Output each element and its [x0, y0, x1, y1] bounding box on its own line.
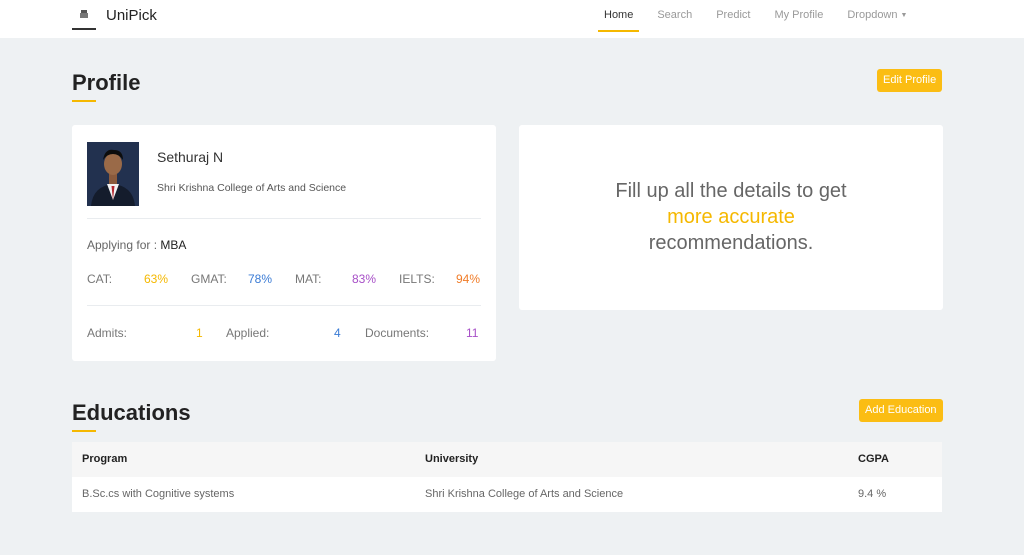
info-card: Fill up all the details to get more accu…	[519, 125, 943, 310]
info-highlight: more accurate	[667, 206, 795, 228]
cell-cgpa: 9.4 %	[858, 488, 887, 500]
column-university: University	[425, 453, 479, 465]
navbar: UniPick Home Search Predict My Profile D…	[0, 0, 1024, 38]
profile-card: Sethuraj N Shri Krishna College of Arts …	[72, 125, 496, 361]
info-line-3: recommendations.	[648, 232, 814, 254]
divider	[87, 218, 481, 219]
score-value-gmat: 78%	[248, 272, 273, 286]
cell-program: B.Sc.cs with Cognitive systems	[82, 488, 235, 500]
brand[interactable]: UniPick	[72, 0, 157, 30]
nav-my-profile[interactable]: My Profile	[768, 0, 829, 32]
info-message: Fill up all the details to get more accu…	[519, 178, 943, 256]
column-cgpa: CGPA	[858, 453, 889, 465]
user-college: Shri Krishna College of Arts and Science	[157, 182, 347, 194]
applying-value: MBA	[160, 238, 187, 252]
graduation-cap-icon	[72, 0, 96, 30]
divider	[87, 305, 481, 306]
cell-university: Shri Krishna College of Arts and Science	[425, 488, 624, 500]
applying-label: Applying for :	[87, 238, 161, 252]
score-value-mat: 83%	[352, 272, 377, 286]
add-education-button[interactable]: Add Education	[859, 399, 943, 422]
stat-label-documents: Documents:	[365, 326, 430, 340]
brand-name: UniPick	[106, 6, 157, 24]
nav-predict[interactable]: Predict	[710, 0, 756, 32]
score-label-gmat: GMAT:	[191, 272, 227, 286]
nav-home[interactable]: Home	[598, 0, 640, 32]
nav-dropdown[interactable]: Dropdown ▼	[841, 0, 913, 32]
score-value-ielts: 94%	[456, 272, 481, 286]
education-table: Program University CGPA B.Sc.cs with Cog…	[72, 442, 942, 512]
avatar	[87, 142, 139, 206]
caret-down-icon: ▼	[900, 12, 908, 19]
stat-value-applied: 4	[334, 326, 341, 340]
stat-label-applied: Applied:	[226, 326, 270, 340]
edit-profile-button[interactable]: Edit Profile	[877, 69, 943, 92]
profile-title: Profile	[72, 70, 141, 102]
score-label-mat: MAT:	[295, 272, 322, 286]
score-value-cat: 63%	[144, 272, 169, 286]
nav-links: Home Search Predict My Profile Dropdown ▼	[598, 0, 925, 32]
applying-for: Applying for : MBA	[87, 238, 186, 252]
score-label-ielts: IELTS:	[399, 272, 435, 286]
stat-value-admits: 1	[196, 326, 203, 340]
nav-search[interactable]: Search	[651, 0, 698, 32]
table-header: Program University CGPA	[72, 442, 942, 477]
nav-dropdown-label: Dropdown	[847, 9, 898, 21]
score-label-cat: CAT:	[87, 272, 113, 286]
educations-title: Educations	[72, 400, 191, 432]
info-line-1: Fill up all the details to get	[615, 180, 847, 202]
table-row: B.Sc.cs with Cognitive systems Shri Kris…	[72, 477, 942, 512]
column-program: Program	[82, 453, 128, 465]
user-name: Sethuraj N	[157, 149, 224, 165]
stat-value-documents: 11	[466, 326, 479, 340]
stat-label-admits: Admits:	[87, 326, 128, 340]
